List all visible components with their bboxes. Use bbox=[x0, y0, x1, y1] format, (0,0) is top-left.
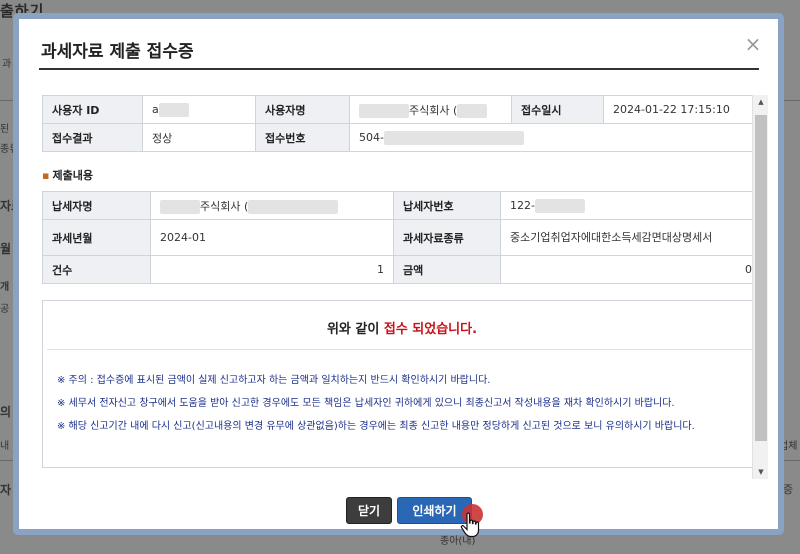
background-fragment: 개 bbox=[0, 282, 10, 293]
result-highlight: 접수 되었습니다. bbox=[383, 322, 478, 337]
redacted-block bbox=[383, 130, 524, 145]
background-fragment: 된 bbox=[0, 124, 10, 135]
result-box: 위와 같이 접수 되었습니다. ※ 주의 : 접수증에 표시된 금액이 실제 신… bbox=[42, 300, 762, 468]
taxpayer-no-label: 납세자번호 bbox=[393, 191, 501, 220]
table-row: 사용자 ID a 사용자명 주식회사 ( 접수일시 2024-01-22 17:… bbox=[42, 95, 762, 124]
amount-label: 금액 bbox=[393, 255, 501, 284]
scroll-up-icon[interactable]: ▲ bbox=[753, 95, 769, 109]
tax-type-label: 과세자료종류 bbox=[393, 219, 501, 256]
count-value: 1 bbox=[150, 255, 394, 284]
redacted-block bbox=[534, 198, 585, 213]
tax-type-value: 중소기업취업자에대한소득세감면대상명세서 bbox=[500, 219, 762, 256]
background-fragment: 월 bbox=[0, 242, 12, 256]
amount-value: 0 bbox=[500, 255, 762, 284]
notice-item: ※ 해당 신고기간 내에 다시 신고(신고내용의 변경 유무에 상관없음)하는 … bbox=[57, 421, 695, 432]
bullet-icon: ▪ bbox=[42, 169, 50, 182]
receipt-modal: 과세자료 제출 접수증 × 사용자 ID a 사용자명 주식회사 ( 접수일시 … bbox=[13, 13, 784, 538]
submission-table: 납세자명 주식회사 ( 납세자번호 122- 과세년월 2024-01 과세자료… bbox=[42, 191, 762, 284]
tax-period-value: 2024-01 bbox=[150, 219, 394, 256]
receipt-table: 사용자 ID a 사용자명 주식회사 ( 접수일시 2024-01-22 17:… bbox=[42, 95, 762, 152]
table-row: 과세년월 2024-01 과세자료종류 중소기업취업자에대한소득세감면대상명세서 bbox=[42, 219, 762, 256]
table-row: 접수결과 정상 접수번호 504- bbox=[42, 123, 762, 152]
table-row: 납세자명 주식회사 ( 납세자번호 122- bbox=[42, 191, 762, 220]
receipt-no-value: 504- bbox=[349, 123, 762, 152]
taxpayer-name-label: 납세자명 bbox=[42, 191, 151, 220]
receipt-no-label: 접수번호 bbox=[255, 123, 350, 152]
table-row: 건수 1 금액 0 bbox=[42, 255, 762, 284]
redacted-block bbox=[359, 103, 409, 118]
notice-item: ※ 주의 : 접수증에 표시된 금액이 실제 신고하고자 하는 금액과 일치하는… bbox=[57, 375, 491, 386]
background-fragment: 공 bbox=[0, 304, 10, 315]
result-divider bbox=[47, 349, 757, 350]
taxpayer-name-value: 주식회사 ( bbox=[150, 191, 394, 220]
notice-item: ※ 세무서 전자신고 창구에서 도움을 받아 신고한 경우에도 모든 책임은 납… bbox=[57, 398, 675, 409]
background-fragment: 자 bbox=[0, 483, 12, 497]
user-name-label: 사용자명 bbox=[255, 95, 350, 124]
scroll-thumb[interactable] bbox=[755, 115, 767, 441]
close-icon[interactable]: × bbox=[742, 33, 764, 55]
received-at-value: 2024-01-22 17:15:10 bbox=[603, 95, 762, 124]
close-button[interactable]: 닫기 bbox=[346, 497, 392, 524]
result-message: 위와 같이 접수 되었습니다. bbox=[326, 322, 478, 337]
received-at-label: 접수일시 bbox=[511, 95, 604, 124]
user-id-label: 사용자 ID bbox=[42, 95, 143, 124]
redacted-block bbox=[248, 199, 339, 214]
modal-content[interactable]: 사용자 ID a 사용자명 주식회사 ( 접수일시 2024-01-22 17:… bbox=[42, 95, 762, 479]
background-fragment: 과 bbox=[2, 59, 12, 70]
result-label: 접수결과 bbox=[42, 123, 143, 152]
modal-header: 과세자료 제출 접수증 × bbox=[19, 19, 778, 79]
count-label: 건수 bbox=[42, 255, 151, 284]
background-fragment: 내 bbox=[0, 441, 10, 452]
content-scrollbar[interactable]: ▲ ▼ bbox=[752, 95, 768, 479]
modal-title: 과세자료 제출 접수증 bbox=[41, 42, 194, 62]
tax-period-label: 과세년월 bbox=[42, 219, 151, 256]
redacted-block bbox=[457, 103, 488, 118]
background-fragment: 의 bbox=[0, 405, 12, 419]
taxpayer-no-value: 122- bbox=[500, 191, 762, 220]
scroll-down-icon[interactable]: ▼ bbox=[753, 465, 769, 479]
section-title: ▪ 제출내용 bbox=[42, 169, 93, 182]
user-name-value: 주식회사 ( bbox=[349, 95, 512, 124]
result-value: 정상 bbox=[142, 123, 256, 152]
redacted-block bbox=[160, 199, 200, 214]
hand-pointer-icon bbox=[460, 512, 482, 542]
header-divider bbox=[39, 68, 759, 70]
notice-list: ※ 주의 : 접수증에 표시된 금액이 실제 신고하고자 하는 금액과 일치하는… bbox=[57, 374, 737, 443]
user-id-value: a bbox=[142, 95, 256, 124]
background-fragment: 증 bbox=[783, 483, 794, 496]
redacted-block bbox=[158, 102, 189, 117]
